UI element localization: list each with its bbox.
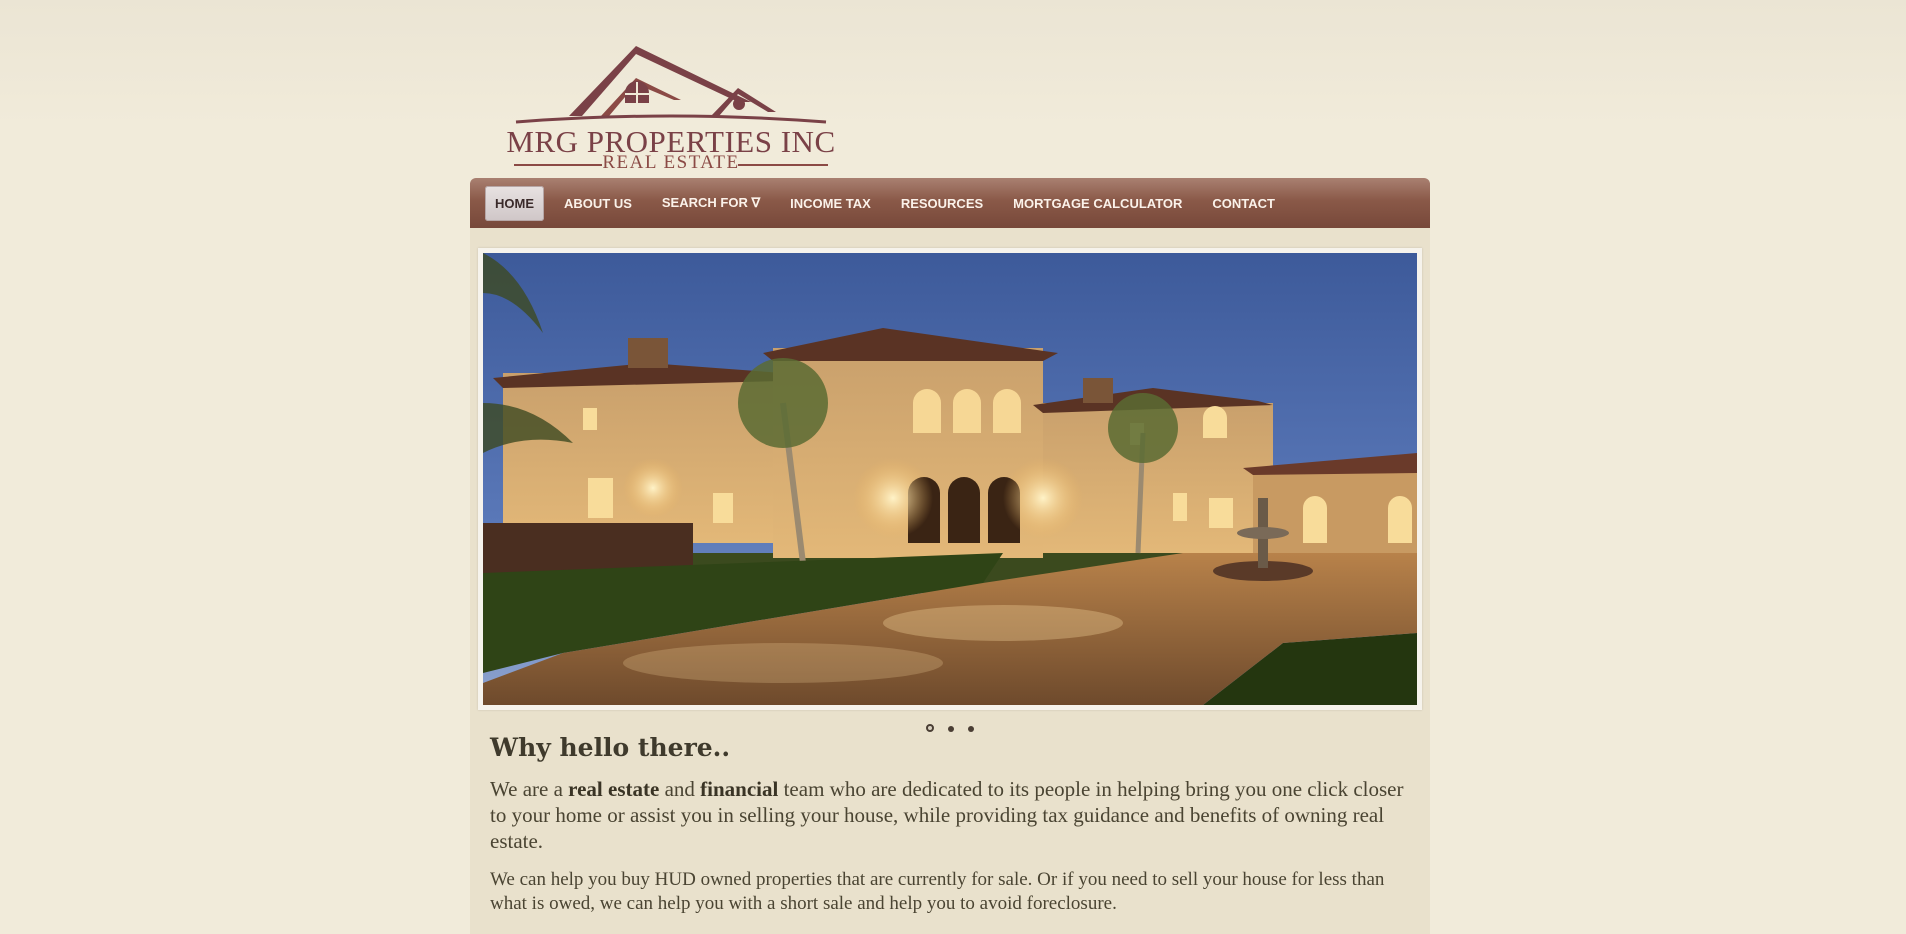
slide-dot-3[interactable] [968, 726, 974, 732]
slide-dot-2[interactable] [948, 726, 954, 732]
main-navigation: HOME ABOUT US SEARCH FOR ∇ INCOME TAX RE… [470, 178, 1430, 228]
intro-bold-real-estate: real estate [568, 777, 660, 801]
nav-item-home[interactable]: HOME [485, 185, 544, 221]
nav-item-mortgage-calculator[interactable]: MORTGAGE CALCULATOR [1003, 186, 1192, 221]
nav-item-income-tax[interactable]: INCOME TAX [780, 186, 881, 221]
site-logo[interactable]: MRG PROPERTIES INC REAL ESTATE [506, 44, 836, 173]
slideshow-pagination [470, 724, 1430, 732]
page-heading: Why hello there.. [490, 733, 731, 762]
intro-paragraph: We are a real estate and financial team … [490, 776, 1410, 854]
nav-item-about-us[interactable]: ABOUT US [554, 186, 642, 221]
intro-text-1: We are a [490, 777, 569, 801]
nav-item-contact[interactable]: CONTACT [1202, 186, 1285, 221]
content-panel: Why hello there.. We are a real estate a… [470, 228, 1430, 934]
logo-divider-right [738, 164, 828, 166]
slideshow-image[interactable] [483, 253, 1417, 705]
nav-item-search-for[interactable]: SEARCH FOR ∇ [652, 185, 770, 221]
page-container: MRG PROPERTIES INC REAL ESTATE HOME ABOU… [470, 0, 1430, 934]
services-paragraph: We can help you buy HUD owned properties… [490, 869, 1385, 914]
nav-list: HOME ABOUT US SEARCH FOR ∇ INCOME TAX RE… [470, 178, 1430, 228]
intro-bold-financial: financial [700, 777, 779, 801]
logo-subtitle: REAL ESTATE [602, 152, 740, 173]
slideshow-frame [478, 248, 1422, 710]
nav-item-resources[interactable]: RESOURCES [891, 186, 993, 221]
slide-dot-1[interactable] [926, 724, 934, 732]
intro-text-2: and [659, 777, 701, 801]
house-photo-image [483, 253, 1417, 705]
house-roof-icon [515, 46, 827, 124]
